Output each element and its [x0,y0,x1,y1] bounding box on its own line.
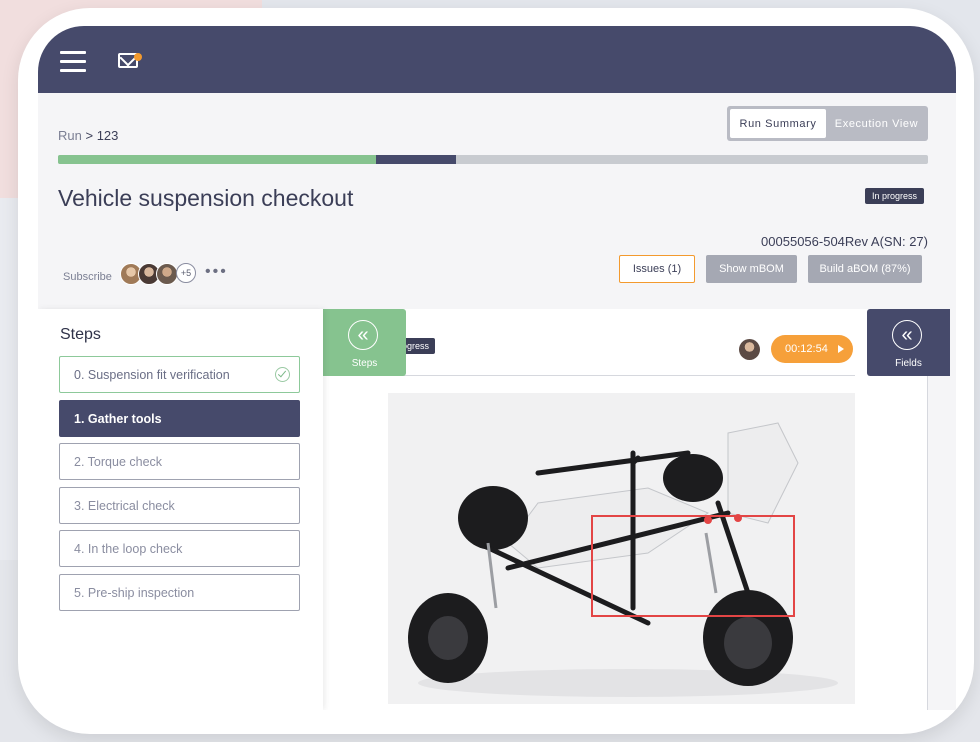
steps-panel-title: Steps [60,326,101,343]
more-options-icon[interactable]: ••• [205,264,228,280]
fields-toggle-label: Fields [895,358,922,369]
top-bar [38,26,956,93]
notification-dot [134,53,142,61]
steps-panel-toggle[interactable]: « Steps [323,309,406,376]
serial-number: 00055056-504Rev A(SN: 27) [761,234,928,249]
step-label: 3. Electrical check [74,498,175,513]
avatar-more-count[interactable]: +5 [176,263,196,283]
step-label: 0. Suspension fit verification [74,367,230,382]
view-toggle: Run Summary Execution View [727,106,928,141]
menu-icon[interactable] [60,51,86,73]
step-label: 5. Pre-ship inspection [74,585,195,600]
step-photo [388,393,855,704]
tablet-frame: Run > 123 Run Summary Execution View Veh… [18,8,974,734]
step-label: 1. Gather tools [74,411,162,426]
execution-divider [383,375,855,376]
issues-button[interactable]: Issues (1) [619,255,695,283]
breadcrumb-separator: > [85,128,94,143]
step-label: 2. Torque check [74,454,163,469]
double-chevron-left-icon: « [348,320,378,350]
operator-avatar [739,339,760,360]
breadcrumb-run-link[interactable]: Run [58,128,82,143]
subscribe-label[interactable]: Subscribe [63,271,112,283]
app-screen: Run > 123 Run Summary Execution View Veh… [38,26,956,710]
steps-panel: Steps 0. Suspension fit verification 1. … [38,309,323,710]
breadcrumb-run-id: 123 [96,128,119,143]
avatar [156,263,178,285]
progress-current [375,155,457,164]
step-item[interactable]: 4. In the loop check [59,530,300,567]
step-item[interactable]: 2. Torque check [59,443,300,480]
play-icon [838,345,844,353]
build-abom-button[interactable]: Build aBOM (87%) [808,255,922,283]
step-item[interactable]: 1. Gather tools [59,400,300,437]
double-chevron-left-icon: « [892,320,922,350]
breadcrumb: Run > 123 [58,128,118,143]
check-circle-icon [275,367,290,382]
run-progress-bar [58,155,928,164]
fields-panel-toggle[interactable]: « Fields [867,309,950,376]
run-summary-tab[interactable]: Run Summary [730,109,826,138]
steps-toggle-label: Steps [351,358,378,369]
step-item[interactable]: 0. Suspension fit verification [59,356,300,393]
page-title: Vehicle suspension checkout [58,185,354,211]
inspection-highlight-box[interactable] [591,515,795,617]
execution-view-tab[interactable]: Execution View [827,109,926,138]
step-item[interactable]: 3. Electrical check [59,487,300,524]
progress-completed [58,155,376,164]
step-timer[interactable]: 00:12:54 [771,335,853,363]
step-label: 4. In the loop check [74,541,183,556]
status-badge: In progress [865,188,925,204]
step-item[interactable]: 5. Pre-ship inspection [59,574,300,611]
timer-value: 00:12:54 [785,343,828,355]
show-mbom-button[interactable]: Show mBOM [706,255,797,283]
